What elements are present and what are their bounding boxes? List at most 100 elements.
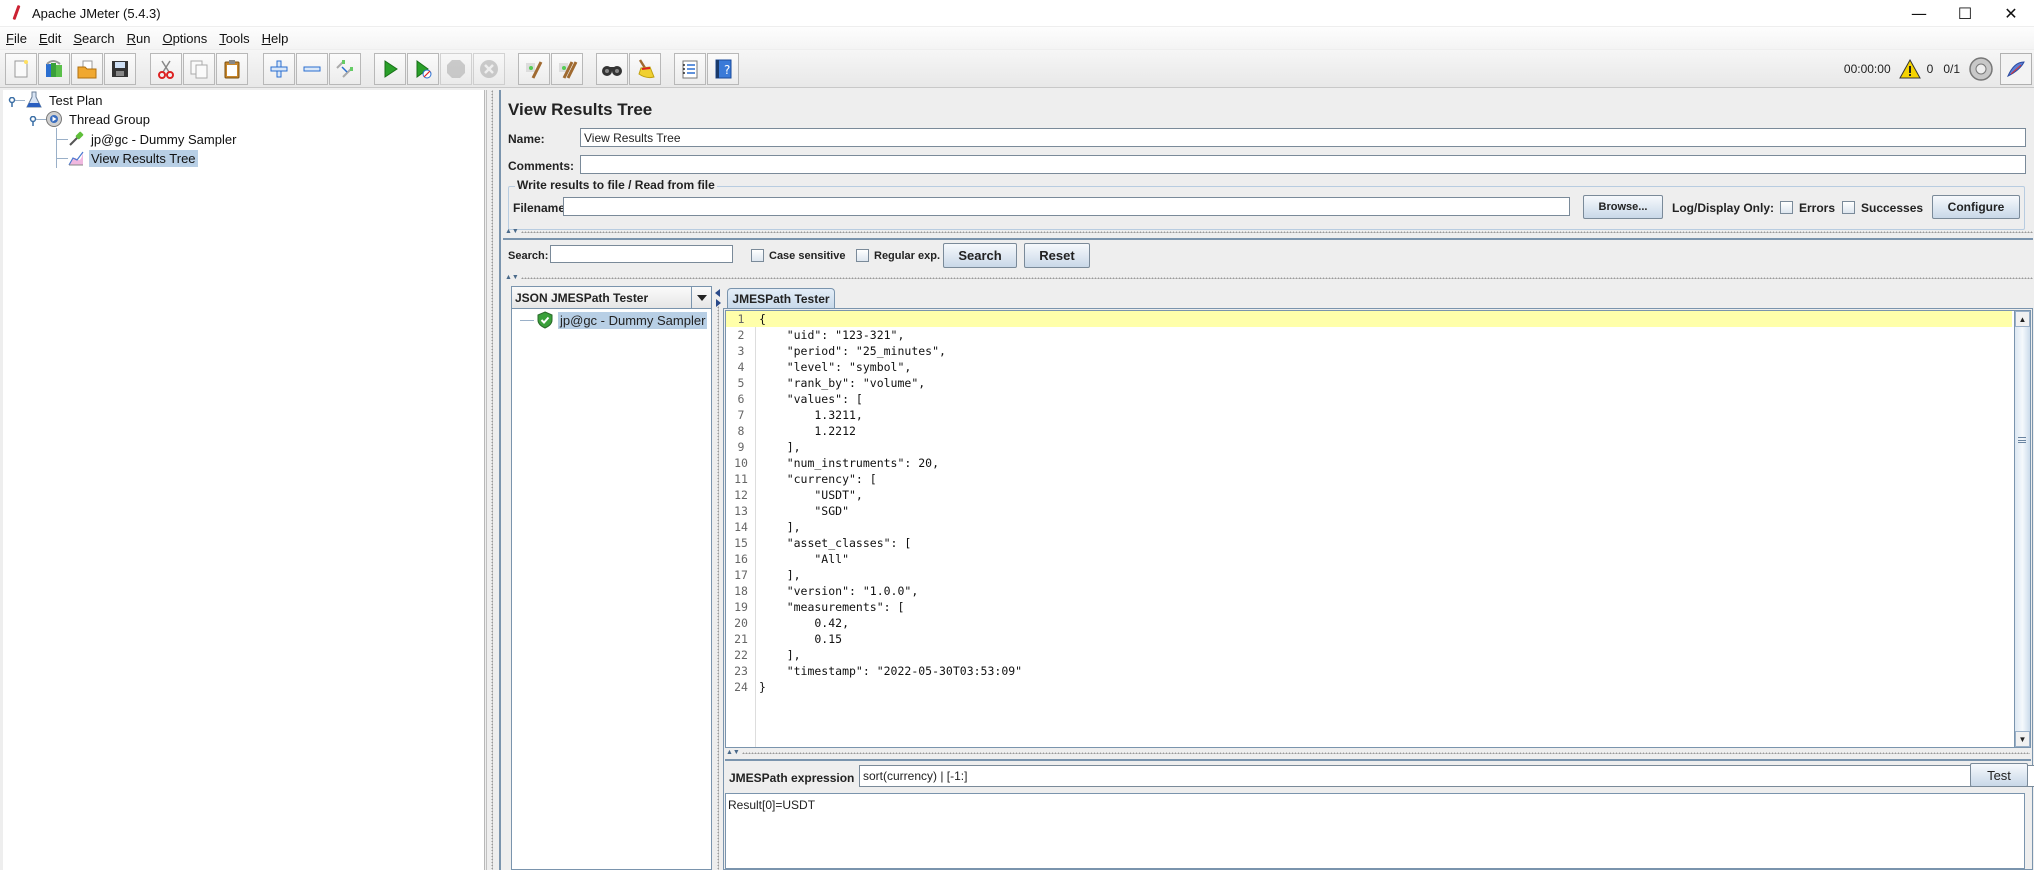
menu-search[interactable]: Search [73, 31, 114, 46]
close-button[interactable]: ✕ [1988, 0, 2034, 26]
scroll-up-icon[interactable]: ▲ [2015, 311, 2030, 327]
new-icon [14, 60, 28, 78]
test-button[interactable]: Test [1970, 763, 2028, 787]
line-text: 0.42, [759, 616, 850, 630]
shutdown-icon [480, 60, 498, 78]
scroll-grip[interactable] [2018, 437, 2026, 443]
scroll-down-icon[interactable]: ▼ [2015, 731, 2030, 747]
expression-label: JMESPath expression [729, 771, 855, 785]
bottom-split-handle[interactable]: ▲▼ [503, 274, 2033, 282]
line-number: 1 [737, 312, 745, 326]
save-button[interactable] [104, 53, 136, 85]
errors-checkbox[interactable] [1780, 201, 1793, 214]
line-text: ], [759, 440, 801, 454]
minimize-button[interactable]: — [1896, 0, 1942, 26]
configure-button[interactable]: Configure [1932, 195, 2020, 219]
open-button[interactable] [71, 53, 103, 85]
reset-button[interactable]: Reset [1024, 243, 1090, 268]
chevron-down-icon[interactable] [691, 287, 711, 308]
menu-edit[interactable]: Edit [39, 31, 61, 46]
tree-expand-toggle[interactable] [28, 116, 38, 126]
templates-icon [46, 60, 62, 77]
reset-search-icon [638, 59, 655, 79]
new-button[interactable] [5, 53, 37, 85]
expression-split-handle[interactable]: ▲▼ [724, 749, 2030, 757]
regex-checkbox[interactable] [856, 249, 869, 262]
tree-item-label: View Results Tree [89, 149, 198, 167]
line-number: 17 [734, 568, 748, 582]
remote-status-icon [1969, 57, 1993, 81]
code-line: 8 1.2212 [726, 423, 2012, 439]
cut-button[interactable] [150, 53, 182, 85]
maximize-button[interactable]: ☐ [1942, 0, 1988, 26]
tree-expand-toggle[interactable] [7, 97, 17, 107]
expression-input[interactable]: sort(currency) | [-1:] [859, 765, 2034, 787]
renderer-dropdown[interactable]: JSON JMESPath Tester [512, 287, 711, 309]
search-button[interactable] [596, 53, 628, 85]
line-number: 6 [737, 392, 745, 406]
top-split-handle[interactable]: ▲▼ [503, 228, 2033, 236]
tree-item-view-results-tree[interactable]: View Results Tree [67, 149, 198, 167]
menu-tools[interactable]: Tools [219, 31, 249, 46]
results-list-pane: JSON JMESPath Tester jp@gc - Dummy Sampl… [511, 286, 712, 870]
test-plan-icon [26, 91, 42, 108]
copy-button[interactable] [183, 53, 215, 85]
editor-scrollbar[interactable]: ▲ ▼ [2014, 311, 2030, 747]
templates-button[interactable] [38, 53, 70, 85]
sampler-pipette-icon [69, 131, 84, 146]
line-text: ], [759, 648, 801, 662]
clear-all-button[interactable] [551, 53, 583, 85]
help-button[interactable]: ? [707, 53, 739, 85]
line-text: "measurements": [ [759, 600, 905, 614]
case-sensitive-checkbox[interactable] [751, 249, 764, 262]
main-splitter[interactable] [486, 90, 498, 870]
line-number: 21 [734, 632, 748, 646]
menu-file[interactable]: File [6, 31, 27, 46]
paste-button[interactable] [216, 53, 248, 85]
name-field[interactable]: View Results Tree [580, 128, 2026, 147]
start-no-pauses-button[interactable] [407, 53, 439, 85]
reset-search-button[interactable] [629, 53, 661, 85]
menu-bar: File Edit Search Run Options Tools Help [0, 27, 2034, 49]
feather-icon [2007, 61, 2025, 78]
look-and-feel-button[interactable] [2000, 53, 2032, 85]
tree-item-test-plan[interactable]: Test Plan [25, 91, 104, 109]
result-item[interactable]: jp@gc - Dummy Sampler [536, 311, 708, 329]
start-icon [384, 60, 398, 78]
code-line: 1{ [726, 311, 2012, 327]
toggle-button[interactable] [329, 53, 361, 85]
json-response-editor[interactable]: 1{2 "uid": "123-321", 3 "period": "25_min… [725, 310, 2031, 748]
results-splitter[interactable] [713, 286, 723, 870]
search-input[interactable] [550, 245, 733, 263]
splitter-arrows-icon[interactable] [714, 288, 722, 308]
menu-run[interactable]: Run [127, 31, 151, 46]
browse-button[interactable]: Browse... [1583, 195, 1663, 219]
comments-field[interactable] [580, 155, 2026, 174]
warning-icon[interactable] [1898, 59, 1921, 79]
menu-help[interactable]: Help [262, 31, 289, 46]
stop-button[interactable] [440, 53, 472, 85]
expand-button[interactable] [263, 53, 295, 85]
tab-jmespath-tester[interactable]: JMESPath Tester [727, 288, 835, 308]
clear-button[interactable] [518, 53, 550, 85]
line-text: "version": "1.0.0", [759, 584, 919, 598]
menu-options[interactable]: Options [162, 31, 207, 46]
stop-icon [447, 60, 465, 78]
collapse-button[interactable] [296, 53, 328, 85]
start-button[interactable] [374, 53, 406, 85]
line-number: 15 [734, 536, 748, 550]
line-number: 16 [734, 552, 748, 566]
search-button[interactable]: Search [943, 243, 1017, 268]
collapse-icon [303, 66, 321, 72]
tree-item-dummy-sampler[interactable]: jp@gc - Dummy Sampler [67, 130, 238, 148]
code-line: 3 "period": "25_minutes", [726, 343, 2012, 359]
test-plan-tree[interactable]: Test Plan Thread Group jp@gc - Dummy Sam… [3, 90, 485, 870]
shutdown-button[interactable] [473, 53, 505, 85]
comments-label: Comments: [508, 159, 575, 173]
tree-item-label: Thread Group [69, 111, 150, 127]
function-helper-button[interactable] [674, 53, 706, 85]
filename-field[interactable] [563, 197, 1570, 216]
tree-item-thread-group[interactable]: Thread Group [45, 110, 152, 128]
paste-icon [224, 60, 240, 79]
successes-checkbox[interactable] [1842, 201, 1855, 214]
